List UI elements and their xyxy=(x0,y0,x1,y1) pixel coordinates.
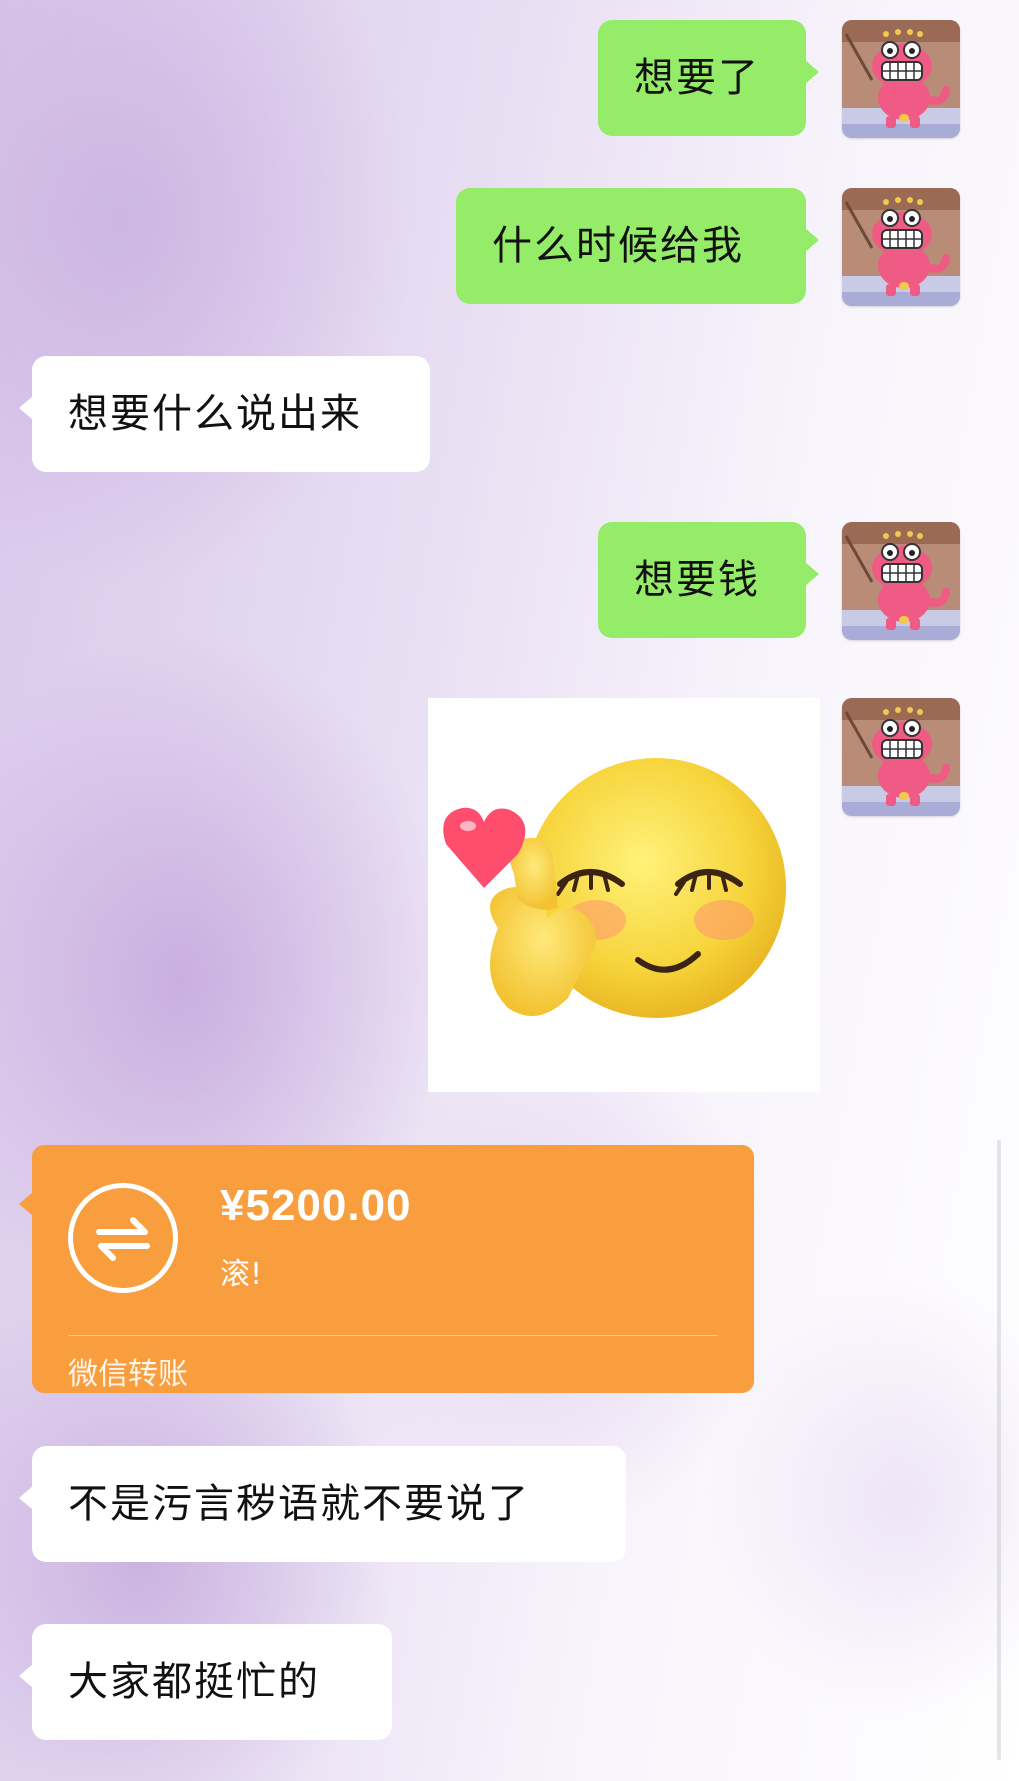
message-bubble-received[interactable]: 大家都挺忙的 xyxy=(19,1624,392,1740)
transfer-arrows-icon xyxy=(68,1183,178,1293)
message-text: 什么时候给我 xyxy=(492,223,744,269)
pink-dinosaur-avatar-icon xyxy=(842,522,960,640)
transfer-amount: ¥5200.00 xyxy=(220,1181,412,1230)
scrollbar[interactable] xyxy=(997,1140,1001,1760)
wechat-transfer-card[interactable]: ¥5200.00 滚! 微信转账 xyxy=(19,1145,754,1393)
avatar[interactable] xyxy=(842,698,960,816)
message-text: 想要什么说出来 xyxy=(68,391,362,437)
message-bubble-sent[interactable]: 想要了 xyxy=(598,20,819,136)
transfer-label: 微信转账 xyxy=(68,1357,188,1392)
pink-dinosaur-avatar-icon xyxy=(842,698,960,816)
message-text: 大家都挺忙的 xyxy=(68,1659,320,1705)
message-text: 想要了 xyxy=(634,55,760,101)
sticker-message[interactable] xyxy=(428,698,820,1092)
message-bubble-sent[interactable]: 什么时候给我 xyxy=(456,188,819,304)
avatar[interactable] xyxy=(842,188,960,306)
message-bubble-sent[interactable]: 想要钱 xyxy=(598,522,819,638)
message-text: 想要钱 xyxy=(634,557,760,603)
message-bubble-received[interactable]: 想要什么说出来 xyxy=(19,356,430,472)
avatar[interactable] xyxy=(842,522,960,640)
transfer-note: 滚! xyxy=(220,1257,263,1292)
message-text: 不是污言秽语就不要说了 xyxy=(68,1481,530,1527)
blushing-finger-heart-emoji-icon xyxy=(443,758,786,1018)
pink-dinosaur-avatar-icon xyxy=(842,188,960,306)
pink-dinosaur-avatar-icon xyxy=(842,20,960,138)
avatar[interactable] xyxy=(842,20,960,138)
divider xyxy=(68,1335,718,1336)
message-bubble-received[interactable]: 不是污言秽语就不要说了 xyxy=(19,1446,626,1562)
